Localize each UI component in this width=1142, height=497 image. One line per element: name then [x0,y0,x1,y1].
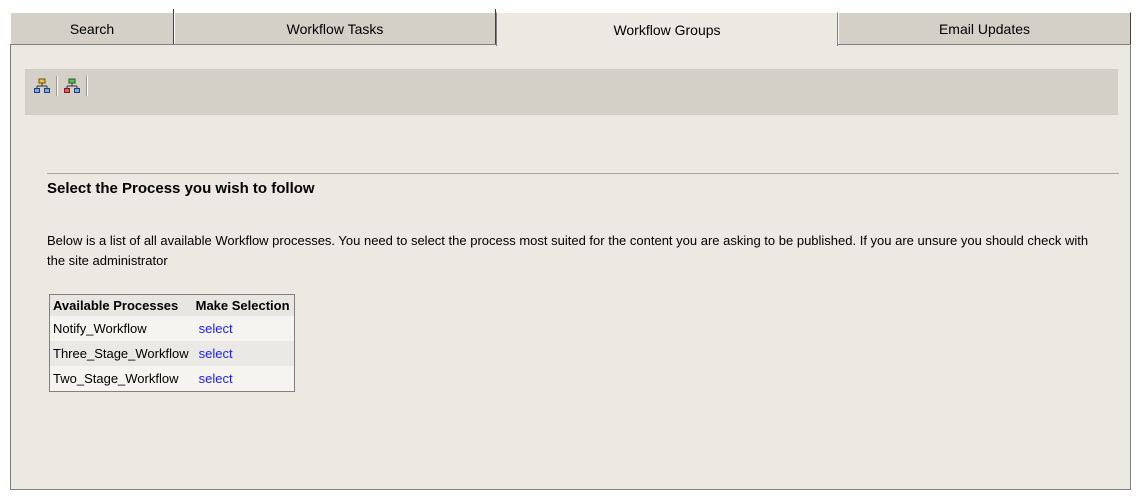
select-link[interactable]: select [199,321,233,336]
process-table: Available Processes Make Selection Notif… [49,294,295,392]
table-row: Two_Stage_Workflow select [50,366,295,391]
process-name: Notify_Workflow [53,321,147,336]
section-divider [47,173,1119,174]
select-cell: select [192,341,295,366]
column-header: Make Selection [192,294,295,316]
tab-bar: Search Workflow Tasks Workflow Groups Em… [10,9,1131,46]
tab-search[interactable]: Search [10,9,174,44]
workflow-groups-panel: Select the Process you wish to follow Be… [10,44,1131,490]
tab-label: Email Updates [938,20,1031,37]
description-text: Below is a list of all available Workflo… [47,233,1089,268]
toolbar [25,69,1118,115]
process-name: Three_Stage_Workflow [49,341,193,366]
tab-workflow-groups[interactable]: Workflow Groups [496,12,838,46]
select-cell: select [193,366,294,391]
tab-label: Workflow Tasks [286,20,384,37]
tab-workflow-tasks[interactable]: Workflow Tasks [174,9,496,44]
tab-email-updates[interactable]: Email Updates [838,12,1131,44]
column-header: Available Processes [49,294,193,316]
table-row: Three_Stage_Workflow select [49,341,295,366]
table-row: Notify_Workflow select [50,316,295,341]
toolbar-separator [86,76,88,96]
tab-label: Search [69,20,115,37]
toolbar-separator [56,76,58,96]
workflow-tree-icon[interactable] [31,75,53,97]
process-name: Two_Stage_Workflow [53,370,179,386]
select-link[interactable]: select [199,371,233,386]
select-cell: select [193,316,294,341]
tab-label: Workflow Groups [613,21,721,38]
workflow-tree-color-icon[interactable] [61,75,83,97]
page-title: Select the Process you wish to follow [47,180,315,197]
table-header-row: Available Processes Make Selection [49,294,295,316]
select-link[interactable]: select [199,346,233,361]
